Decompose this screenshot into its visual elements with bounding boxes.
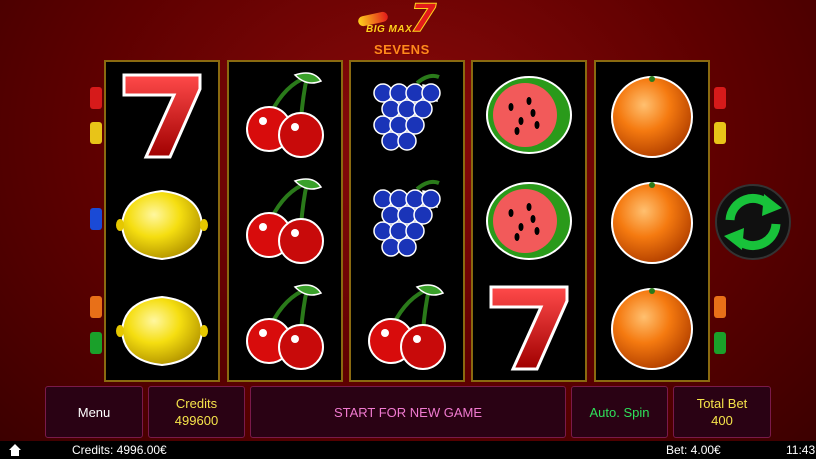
seven-symbol xyxy=(473,274,585,380)
status-credits: Credits: 4996.00€ xyxy=(72,443,167,457)
menu-button[interactable]: Menu xyxy=(45,386,143,438)
total-bet-button[interactable]: Total Bet 400 xyxy=(673,386,771,438)
refresh-icon xyxy=(715,184,791,260)
logo-seven: 7 xyxy=(409,0,437,41)
line-marker-left-1 xyxy=(90,87,102,109)
grapes-symbol xyxy=(351,168,463,274)
reel-5 xyxy=(594,60,710,382)
reel-2 xyxy=(227,60,343,382)
seven-symbol xyxy=(106,62,218,168)
logo-big-max: BIG MAX xyxy=(366,24,413,35)
status-bet: Bet: 4.00€ xyxy=(666,443,721,457)
start-button[interactable]: START FOR NEW GAME xyxy=(250,386,566,438)
orange-symbol xyxy=(596,274,708,380)
reel-1 xyxy=(104,60,220,382)
cherry-symbol xyxy=(229,168,341,274)
line-marker-left-3 xyxy=(90,208,102,230)
cherry-symbol xyxy=(229,274,341,380)
line-marker-left-4 xyxy=(90,296,102,318)
line-marker-right-5 xyxy=(714,332,726,354)
status-bar: Credits: 4996.00€ Bet: 4.00€ 11:43 xyxy=(0,441,816,459)
orange-symbol xyxy=(596,62,708,168)
credits-label: Credits xyxy=(175,396,218,411)
logo-sevens: SEVENS xyxy=(374,42,430,57)
menu-label: Menu xyxy=(77,404,111,420)
autospin-button[interactable]: Auto. Spin xyxy=(571,386,668,438)
reel-3 xyxy=(349,60,465,382)
lemon-symbol xyxy=(106,168,218,274)
line-marker-left-5 xyxy=(90,332,102,354)
credits-value: 499600 xyxy=(174,413,219,428)
line-marker-right-1 xyxy=(714,87,726,109)
autospin-label: Auto. Spin xyxy=(589,404,650,420)
line-marker-right-2 xyxy=(714,122,726,144)
watermelon-symbol xyxy=(473,168,585,274)
line-marker-right-4 xyxy=(714,296,726,318)
status-time: 11:43 xyxy=(786,443,816,457)
total-bet-label: Total Bet xyxy=(696,396,748,411)
cherry-symbol xyxy=(229,62,341,168)
game-logo: BIG MAX 7 SEVENS xyxy=(352,0,462,60)
watermelon-symbol xyxy=(473,62,585,168)
start-label: START FOR NEW GAME xyxy=(333,404,483,420)
grapes-symbol xyxy=(351,62,463,168)
orange-symbol xyxy=(596,168,708,274)
total-bet-value: 400 xyxy=(711,413,733,428)
reel-4 xyxy=(471,60,587,382)
spin-button[interactable] xyxy=(714,176,792,268)
lemon-symbol xyxy=(106,274,218,380)
home-icon[interactable] xyxy=(8,443,22,457)
credits-panel: Credits 499600 xyxy=(148,386,245,438)
cherry-symbol xyxy=(351,274,463,380)
line-marker-left-2 xyxy=(90,122,102,144)
reels-area xyxy=(104,60,712,382)
